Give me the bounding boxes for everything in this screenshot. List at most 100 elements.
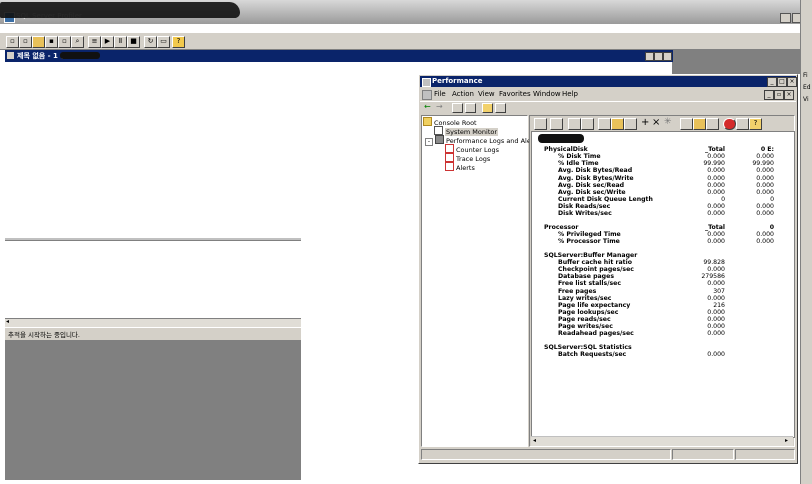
report-counter-row[interactable]: Avg. Disk Bytes/Read 0.000 0.000	[544, 167, 784, 174]
new-trace-icon[interactable]: ▫	[6, 36, 19, 48]
report-object-row: PhysicalDisk _Total 0 E:	[544, 146, 784, 153]
counter-value-2: 0.000	[756, 210, 774, 218]
find-icon[interactable]: ⌕	[71, 36, 84, 48]
report-counter-row[interactable]: % Idle Time 99.990 99.990	[544, 160, 784, 167]
new-template-icon[interactable]: ▫	[19, 36, 32, 48]
export-list-icon[interactable]	[495, 103, 506, 113]
scroll-left-arrow-icon[interactable]: ◂	[6, 318, 9, 325]
menu-action[interactable]: Action	[452, 88, 474, 100]
counter-value-1: 0.000	[707, 330, 725, 338]
menu-window[interactable]: Window	[533, 88, 561, 100]
report-counter-row[interactable]: Avg. Disk sec/Read 0.000 0.000	[544, 182, 784, 189]
new-counter-set-icon[interactable]	[534, 118, 547, 130]
trace-close-button[interactable]	[663, 52, 672, 61]
sysmon-help-icon[interactable]: ?	[749, 118, 762, 130]
report-horizontal-scrollbar[interactable]: ◂ ▸	[531, 436, 793, 446]
report-counter-row[interactable]: % Processor Time 0.000 0.000	[544, 238, 784, 245]
paste-counter-list-icon[interactable]	[693, 118, 706, 130]
properties-icon[interactable]	[706, 118, 719, 130]
menu-file[interactable]: File	[434, 88, 446, 100]
collapse-minus-icon[interactable]: -	[425, 138, 433, 146]
menu-view[interactable]: View	[478, 88, 495, 100]
trace-maximize-button[interactable]	[654, 52, 663, 61]
perf-maximize-button[interactable]: □	[777, 77, 787, 87]
report-counter-row[interactable]: Page writes/sec 0.000	[544, 323, 784, 330]
report-counter-row[interactable]: Avg. Disk sec/Write 0.000 0.000	[544, 189, 784, 196]
delete-counter-icon[interactable]: ×	[652, 117, 660, 128]
view-current-activity-icon[interactable]	[568, 118, 581, 130]
trace-horizontal-scrollbar[interactable]: ◂	[5, 318, 301, 327]
view-log-data-icon[interactable]	[581, 118, 594, 130]
up-one-level-icon[interactable]	[452, 103, 463, 113]
menu-favorites[interactable]: Favorites	[499, 88, 531, 100]
report-counter-row[interactable]: Database pages 279586	[544, 273, 784, 280]
report-counter-row[interactable]: Disk Writes/sec 0.000 0.000	[544, 210, 784, 217]
report-counter-row[interactable]: Free pages 307	[544, 288, 784, 295]
counter-name: Page reads/sec	[558, 316, 611, 324]
counter-value-1: 0.000	[707, 309, 725, 317]
show-hide-tree-icon[interactable]	[465, 103, 476, 113]
view-report-icon[interactable]	[624, 118, 637, 130]
report-counter-row[interactable]: Checkpoint pages/sec 0.000	[544, 266, 784, 273]
sysmon-toolbar: + × ✳ ?	[530, 116, 794, 130]
copy-properties-icon[interactable]	[680, 118, 693, 130]
report-counter-row[interactable]: Page reads/sec 0.000	[544, 316, 784, 323]
report-counter-row[interactable]: % Privileged Time 0.000 0.000	[544, 231, 784, 238]
view-graph-icon[interactable]	[598, 118, 611, 130]
report-counter-row[interactable]: Batch Requests/sec 0.000	[544, 351, 784, 358]
open-icon[interactable]	[32, 36, 45, 48]
report-counter-row[interactable]: % Disk Time 0.000 0.000	[544, 153, 784, 160]
help-book-icon[interactable]	[482, 103, 493, 113]
perf-minimize-button[interactable]: _	[767, 77, 777, 87]
counter-name: Disk Writes/sec	[558, 210, 612, 218]
child-minimize-button[interactable]: _	[764, 90, 774, 100]
console-menu-icon[interactable]	[422, 90, 432, 100]
window-icon[interactable]: ▭	[157, 36, 170, 48]
clear-display-icon[interactable]	[550, 118, 563, 130]
report-counter-row[interactable]: Lazy writes/sec 0.000	[544, 295, 784, 302]
run-icon[interactable]: ▶	[101, 36, 114, 48]
freeze-display-icon[interactable]	[723, 118, 736, 130]
tree-item-alerts[interactable]: Alerts	[445, 162, 475, 173]
status-panel-main	[421, 449, 671, 460]
report-view: PhysicalDisk _Total 0 E:% Disk Time 0.000 0.…	[531, 131, 795, 438]
pause-icon[interactable]: Ⅱ	[114, 36, 127, 48]
report-counter-row[interactable]: Page lookups/sec 0.000	[544, 309, 784, 316]
report-counter-row[interactable]: Disk Reads/sec 0.000 0.000	[544, 203, 784, 210]
report-counter-row[interactable]: Avg. Disk Bytes/Write 0.000 0.000	[544, 175, 784, 182]
app-minimize-button[interactable]	[780, 13, 791, 23]
perf-logs-icon	[435, 135, 444, 144]
trace-event-grid[interactable]	[5, 62, 301, 240]
report-counter-row[interactable]: Free list stalls/sec 0.000	[544, 280, 784, 287]
properties-icon[interactable]: ▫	[58, 36, 71, 48]
report-counter-row[interactable]: Current Disk Queue Length 0 0	[544, 196, 784, 203]
perf-nav-toolbar: ← →	[420, 101, 796, 114]
trace-detail-pane[interactable]	[5, 240, 301, 319]
scroll-left-arrow-icon[interactable]: ◂	[533, 437, 536, 444]
update-data-icon[interactable]	[736, 118, 749, 130]
save-icon[interactable]: ▪	[45, 36, 58, 48]
status-panel-2	[672, 449, 734, 460]
highlight-icon[interactable]: ✳	[664, 117, 672, 127]
computer-name-redaction	[538, 134, 584, 143]
scroll-right-arrow-icon[interactable]: ▸	[785, 437, 788, 444]
view-histogram-icon[interactable]	[611, 118, 624, 130]
trace-minimize-button[interactable]	[645, 52, 654, 61]
report-counter-row[interactable]: Readahead pages/sec 0.000	[544, 330, 784, 337]
counter-value-1: 0.000	[707, 294, 725, 302]
help-icon[interactable]: ?	[172, 36, 185, 48]
child-restore-button[interactable]: ▫	[774, 90, 784, 100]
clear-icon[interactable]: ≡	[88, 36, 101, 48]
add-counter-icon[interactable]: +	[641, 117, 649, 128]
child-close-button[interactable]: ×	[784, 90, 794, 100]
report-counter-row[interactable]: Buffer cache hit ratio 99.828	[544, 259, 784, 266]
replay-icon[interactable]: ↻	[144, 36, 157, 48]
back-arrow-icon[interactable]: ←	[424, 102, 431, 111]
stop-icon[interactable]: ■	[127, 36, 140, 48]
counter-name: Avg. Disk sec/Read	[558, 181, 625, 189]
menu-help[interactable]: Help	[562, 88, 578, 100]
report-counter-row[interactable]: Page life expectancy 216	[544, 302, 784, 309]
forward-arrow-icon[interactable]: →	[436, 102, 443, 111]
perf-close-button[interactable]: ×	[787, 77, 797, 87]
trace-title-bar: 제목 없음 - 1 (	[5, 50, 673, 62]
